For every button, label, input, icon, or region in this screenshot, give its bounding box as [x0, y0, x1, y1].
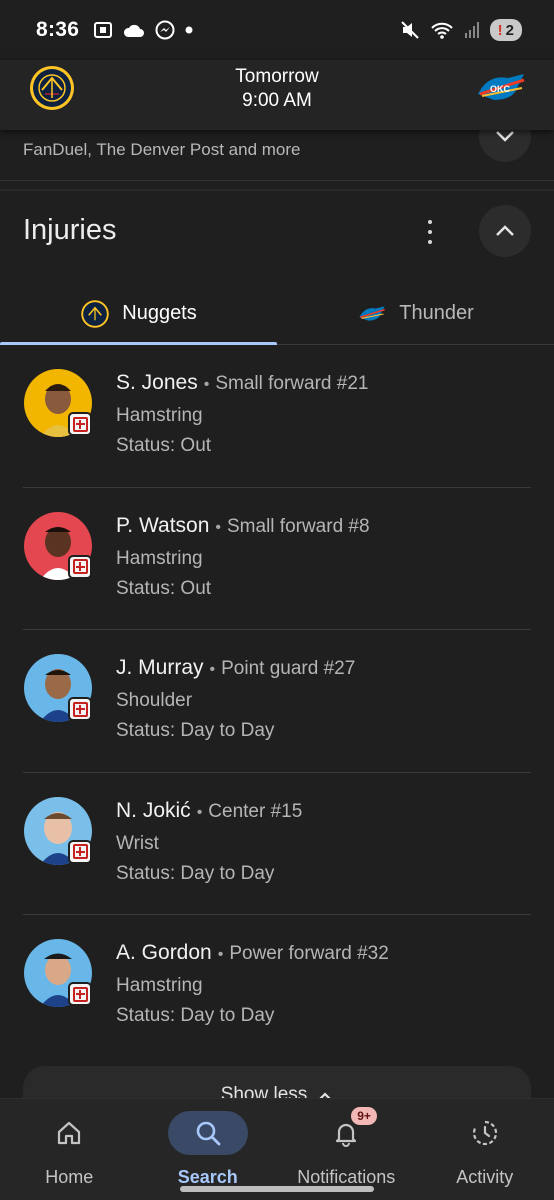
tab-label: Thunder	[399, 302, 474, 324]
tab-label: Nuggets	[122, 302, 197, 324]
nav-home[interactable]: Home	[0, 1099, 139, 1200]
separator-dot: •	[215, 518, 221, 536]
injury-type: Shoulder	[116, 690, 193, 711]
separator-dot: •	[209, 661, 216, 678]
bottom-navigation: Home Search 9+ Notifications Activity	[0, 1098, 554, 1200]
gesture-handle[interactable]	[180, 1186, 374, 1192]
thunder-logo-icon	[359, 305, 386, 321]
nav-label: Activity	[456, 1167, 514, 1187]
injury-type: Hamstring	[116, 405, 203, 426]
section-divider	[0, 189, 554, 191]
game-day: Tomorrow	[235, 66, 319, 87]
game-header: Tomorrow 9:00 AM OKC	[0, 60, 554, 130]
list-item[interactable]: S. Jones • Small forward #21 Hamstring S…	[0, 345, 554, 488]
wifi-icon	[430, 22, 453, 39]
injury-status: Status: Out	[116, 577, 212, 599]
nav-activity[interactable]: Activity	[416, 1099, 554, 1200]
injury-status: Status: Day to Day	[116, 1005, 275, 1026]
injury-type: Wrist	[116, 832, 159, 854]
player-position: Power forward #32	[229, 943, 389, 964]
section-divider	[0, 180, 554, 181]
injury-status: Status: Day to Day	[116, 720, 275, 741]
nav-notifications[interactable]: 9+ Notifications	[277, 1099, 416, 1200]
injuries-title: Injuries	[23, 214, 117, 246]
separator-dot: •	[217, 946, 224, 963]
dot-icon	[185, 26, 193, 34]
player-position: Small forward #8	[227, 515, 370, 537]
player-name: J. Murray	[116, 656, 204, 679]
player-name: P. Watson	[116, 513, 210, 537]
nav-label: Home	[45, 1167, 94, 1187]
thunder-logo-icon[interactable]: OKC	[474, 68, 528, 108]
list-item[interactable]: P. Watson • Small forward #8 Hamstring S…	[0, 488, 554, 630]
battery-indicator: ! 2	[489, 19, 522, 41]
chevron-down-icon	[496, 131, 514, 142]
tab-thunder[interactable]: Thunder	[277, 283, 554, 344]
chevron-up-icon	[496, 225, 514, 236]
status-time: 8:36	[36, 18, 80, 41]
home-icon	[58, 1121, 81, 1145]
injury-icon	[68, 697, 92, 721]
injury-type: Hamstring	[116, 547, 203, 569]
list-item[interactable]: J. Murray • Point guard #27 Shoulder Sta…	[0, 630, 554, 773]
list-item[interactable]: N. Jokić • Center #15 Wrist Status: Day …	[0, 773, 554, 915]
injury-status: Status: Out	[116, 435, 212, 456]
more-options-icon[interactable]	[420, 220, 440, 244]
player-position: Point guard #27	[221, 658, 356, 679]
player-name: N. Jokić	[116, 798, 191, 822]
nav-label: Notifications	[297, 1167, 396, 1187]
cloud-icon	[124, 24, 145, 37]
sources-text[interactable]: FanDuel, The Denver Post and more	[23, 140, 301, 160]
nav-search[interactable]: Search	[139, 1099, 278, 1200]
list-item[interactable]: A. Gordon • Power forward #32 Hamstring …	[0, 915, 554, 1058]
injury-icon	[68, 412, 92, 436]
injury-icon	[68, 839, 92, 864]
signal-icon	[464, 22, 479, 38]
mute-icon	[400, 21, 419, 39]
status-icons-right: ! 2	[400, 19, 522, 41]
separator-dot: •	[196, 803, 203, 821]
game-time: 9:00 AM	[242, 90, 312, 111]
player-name: S. Jones	[116, 371, 198, 394]
search-icon	[196, 1121, 221, 1146]
injury-icon	[68, 982, 92, 1006]
activity-icon	[472, 1120, 497, 1146]
player-name: A. Gordon	[116, 941, 212, 964]
status-icons-left	[93, 20, 193, 40]
notification-badge: 9+	[351, 1107, 377, 1125]
injury-status: Status: Day to Day	[116, 862, 275, 884]
injury-icon	[68, 554, 92, 579]
battery-level: 2	[505, 21, 514, 39]
team-tabs: Nuggets Thunder	[0, 283, 554, 345]
battery-warning-icon: !	[497, 21, 503, 39]
separator-dot: •	[203, 376, 210, 393]
nuggets-logo-icon	[81, 299, 109, 328]
sources-row: FanDuel, The Denver Post and more	[0, 110, 554, 180]
injuries-header: Injuries	[0, 200, 554, 264]
nav-label: Search	[177, 1167, 238, 1187]
game-datetime: Tomorrow 9:00 AM	[0, 65, 554, 113]
player-position: Center #15	[208, 800, 303, 822]
tab-nuggets[interactable]: Nuggets	[0, 283, 277, 345]
screenshot-icon	[94, 22, 113, 38]
injury-type: Hamstring	[116, 975, 203, 996]
collapse-button[interactable]	[479, 205, 531, 257]
injury-list: S. Jones • Small forward #21 Hamstring S…	[0, 345, 554, 1058]
status-bar: 8:36 ! 2	[0, 0, 554, 60]
messenger-icon	[155, 20, 175, 40]
svg-text:OKC: OKC	[490, 84, 511, 94]
player-position: Small forward #21	[215, 373, 369, 394]
